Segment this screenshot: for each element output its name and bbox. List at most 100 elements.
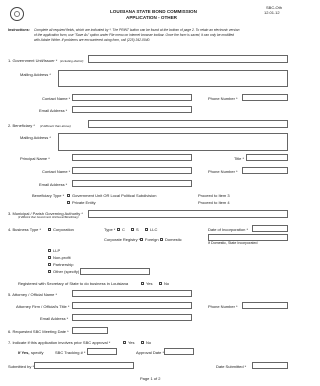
date-submitted-label: Date Submitted * [216, 364, 247, 369]
principal-name-input[interactable] [72, 154, 192, 161]
sbc-tracking-input[interactable] [87, 348, 117, 355]
proceed-item-4-text: Proceed to Item 4 [198, 200, 230, 205]
email-2-input[interactable] [72, 180, 192, 187]
approval-date-input[interactable] [164, 348, 194, 355]
registered-no-radio[interactable] [159, 282, 162, 285]
non-profit-checkbox[interactable] [48, 256, 51, 259]
registered-yes-label: Yes [146, 281, 153, 286]
mailing-address-2-input[interactable] [58, 133, 288, 151]
private-entity-label: Private Entity [72, 200, 96, 205]
email-3-input[interactable] [72, 314, 192, 321]
submitted-by-label: Submitted by * [8, 364, 35, 369]
partnership-label: Partnership [53, 262, 74, 267]
type-llc-label: LLC [150, 227, 158, 232]
type-s-radio[interactable] [131, 228, 134, 231]
corporate-registry-label: Corporate Registry * [104, 237, 141, 242]
foreign-label: Foreign [145, 237, 159, 242]
corporation-label: Corporation [53, 227, 74, 232]
other-specify-input[interactable] [80, 268, 150, 275]
instructions-label: Instructions: [8, 28, 30, 32]
attorney-firm-input[interactable] [72, 302, 192, 309]
type-s-label: S [136, 227, 139, 232]
registered-label: Registered with Secretary of State to do… [18, 281, 129, 286]
email-input[interactable] [72, 106, 192, 113]
contact-name-input[interactable] [72, 94, 192, 101]
prior-approval-yes-label: Yes [128, 340, 135, 345]
if-domestic-label: If Domestic, State Incorporated [208, 241, 258, 245]
date-incorporation-input[interactable] [252, 225, 288, 232]
section-2-note: (if different than above) [40, 123, 71, 128]
date-incorporation-label: Date of Incorporation * [208, 227, 249, 232]
attorney-firm-label: Attorney Firm / Official's Title * [16, 304, 70, 309]
government-unit-input[interactable] [88, 55, 288, 63]
email-3-label: Email Address * [40, 316, 69, 321]
date-submitted-input[interactable] [252, 362, 288, 369]
prior-approval-no-label: No [146, 340, 152, 345]
form-subtitle: APPLICATION - OTHER [126, 15, 177, 20]
phone-label: Phone Number * [208, 96, 238, 101]
form-title: LOUISIANA STATE BOND COMMISSION [110, 9, 197, 14]
form-date: 12.01.12 [264, 10, 280, 15]
sbc-tracking-label: SBC Tracking # * [55, 350, 86, 355]
prior-approval-yes-radio[interactable] [123, 341, 126, 344]
gov-unit-checkbox[interactable] [67, 194, 70, 197]
contact-name-label: Contact Name * [42, 96, 71, 101]
gov-unit-option-label: Government Unit OR Local Political Subdi… [72, 193, 157, 198]
if-yes-label: If Yes, [18, 350, 30, 355]
domestic-label: Domestic [165, 237, 182, 242]
title-label: Title * [234, 156, 245, 161]
principal-name-label: Principal Name * [20, 156, 50, 161]
mailing-address-label: Mailing Address * [20, 72, 51, 77]
section-1-note: (including district) [60, 58, 84, 63]
proceed-item-3-text: Proceed to Item 3 [198, 193, 230, 198]
type-c-radio[interactable] [117, 228, 120, 231]
phone-2-input[interactable] [242, 167, 288, 174]
contact-name-2-label: Contact Name * [42, 169, 71, 174]
private-entity-checkbox[interactable] [67, 201, 70, 204]
page-number: Page 1 of 2 [140, 376, 161, 381]
other-checkbox[interactable] [48, 270, 51, 273]
mailing-address-2-label: Mailing Address * [20, 135, 51, 140]
beneficiary-type-label: Beneficiary Type * [32, 193, 65, 198]
state-seal-icon [10, 7, 24, 21]
mailing-address-input[interactable] [58, 70, 288, 87]
section-2-label: 2. Beneficiary * [8, 123, 35, 128]
foreign-radio[interactable] [140, 238, 143, 241]
email-label: Email Address * [39, 108, 68, 113]
section-1-label: 1. Government Unit/Issuer * [8, 58, 58, 63]
corporation-checkbox[interactable] [48, 228, 51, 231]
governing-authority-input[interactable] [88, 210, 288, 218]
prior-approval-no-radio[interactable] [141, 341, 144, 344]
instructions-line-1: Complete all required fields, which are … [34, 28, 240, 32]
email-2-label: Email Address * [39, 182, 68, 187]
meeting-date-input[interactable] [72, 327, 108, 334]
other-label: Other (specify) [53, 269, 80, 274]
title-input[interactable] [246, 154, 288, 161]
beneficiary-input[interactable] [88, 120, 288, 128]
type-llc-radio[interactable] [145, 228, 148, 231]
domestic-radio[interactable] [160, 238, 163, 241]
attorney-name-input[interactable] [72, 290, 192, 297]
type-label: Type * [104, 227, 116, 232]
specify-label: specify [31, 350, 44, 355]
contact-name-2-input[interactable] [72, 167, 192, 174]
phone-3-input[interactable] [242, 302, 288, 309]
section-3-note: (if different than Government Unit/Issue… [18, 216, 79, 219]
phone-input[interactable] [242, 94, 288, 101]
type-c-label: C [122, 227, 125, 232]
instructions-line-3: with Adobe Writer. If problems are encou… [34, 38, 151, 42]
section-5-label: 5. Attorney / Official Name * [8, 292, 58, 297]
submitted-by-input[interactable] [34, 362, 134, 369]
non-profit-label: Non-profit [53, 255, 71, 260]
llp-checkbox[interactable] [48, 249, 51, 252]
registered-yes-radio[interactable] [141, 282, 144, 285]
llp-label: LLP [53, 248, 61, 253]
phone-3-label: Phone Number * [208, 304, 238, 309]
section-4-label: 4. Business Type * [8, 227, 42, 232]
partnership-checkbox[interactable] [48, 263, 51, 266]
approval-date-label: Approval Date * [136, 350, 165, 355]
section-6-label: 6. Requested SBC Meeting Date * [8, 329, 69, 334]
phone-2-label: Phone Number * [208, 169, 238, 174]
state-incorporated-input[interactable] [208, 234, 288, 241]
registered-no-label: No [164, 281, 170, 286]
